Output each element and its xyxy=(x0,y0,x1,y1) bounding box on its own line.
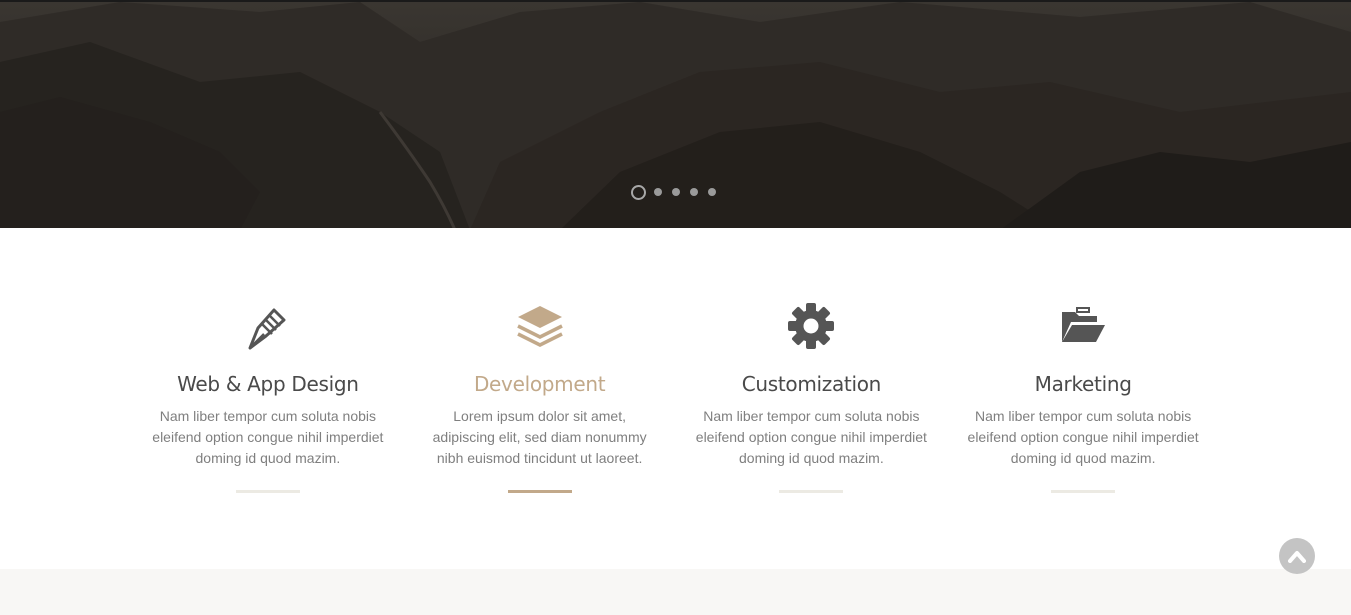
service-marketing: Marketing Nam liber tempor cum soluta no… xyxy=(947,300,1219,500)
service-title: Development xyxy=(473,372,606,396)
next-section-band xyxy=(0,569,1351,615)
folder-open-icon xyxy=(947,300,1219,352)
gear-icon xyxy=(676,300,948,352)
layers-icon xyxy=(404,300,676,352)
service-web-app-design: Web & App Design Nam liber tempor cum so… xyxy=(132,300,404,500)
slider-dot-4[interactable] xyxy=(690,188,698,196)
service-description: Nam liber tempor cum soluta nobis eleife… xyxy=(152,408,384,466)
chevron-up-icon xyxy=(1288,551,1306,563)
services-section: Web & App Design Nam liber tempor cum so… xyxy=(132,300,1219,500)
service-description: Nam liber tempor cum soluta nobis eleife… xyxy=(695,408,927,466)
service-divider xyxy=(507,490,572,493)
service-customization: Customization Nam liber tempor cum solut… xyxy=(676,300,948,500)
service-title: Web & App Design xyxy=(177,372,359,396)
service-development: Development Lorem ipsum dolor sit amet, … xyxy=(404,300,676,500)
service-description: Lorem ipsum dolor sit amet, adipiscing e… xyxy=(432,408,647,466)
slider-pagination xyxy=(631,184,726,200)
slider-dot-5[interactable] xyxy=(708,188,716,196)
back-to-top-button[interactable] xyxy=(1279,538,1315,574)
hero-slider xyxy=(0,0,1351,228)
service-divider xyxy=(1051,490,1116,493)
service-divider xyxy=(779,490,844,493)
service-title: Customization xyxy=(741,372,882,396)
slider-dot-3[interactable] xyxy=(672,188,680,196)
pen-nib-icon xyxy=(132,300,404,352)
slider-dot-1[interactable] xyxy=(631,184,646,200)
service-divider xyxy=(235,490,300,493)
service-title: Marketing xyxy=(1034,372,1132,396)
service-description: Nam liber tempor cum soluta nobis eleife… xyxy=(967,408,1199,466)
slider-dot-2[interactable] xyxy=(654,188,662,196)
